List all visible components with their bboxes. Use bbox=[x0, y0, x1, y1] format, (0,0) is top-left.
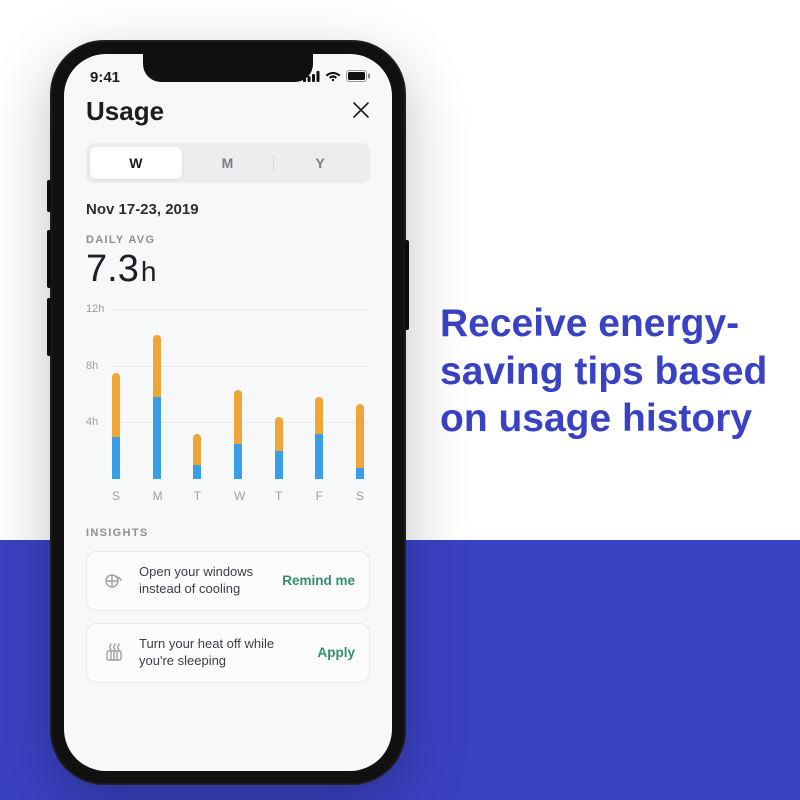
volume-up-button bbox=[47, 230, 51, 288]
promo-headline: Receive energy-saving tips based on usag… bbox=[440, 300, 780, 443]
status-icons bbox=[303, 69, 370, 86]
insight-card: Open your windows instead of cooling Rem… bbox=[86, 551, 370, 611]
insight-card: Turn your heat off while you're sleeping… bbox=[86, 623, 370, 683]
status-time: 9:41 bbox=[90, 69, 120, 86]
bar-segment-cooling bbox=[193, 465, 201, 479]
x-tick: F bbox=[315, 489, 323, 503]
bar-segment-heating bbox=[193, 434, 201, 465]
phone-screen: 9:41 Usage W bbox=[64, 54, 392, 771]
y-tick: 8h bbox=[86, 360, 98, 372]
chart-bars bbox=[112, 309, 364, 479]
bar-t-2 bbox=[193, 434, 201, 479]
phone-frame: 9:41 Usage W bbox=[50, 40, 406, 785]
window-icon bbox=[101, 568, 127, 594]
bar-segment-heating bbox=[112, 373, 120, 437]
timeframe-segmented-control: W M Y bbox=[86, 143, 370, 183]
daily-avg-number: 7.3 bbox=[86, 248, 139, 290]
heat-icon bbox=[101, 640, 127, 666]
x-tick: S bbox=[112, 489, 120, 503]
wifi-icon bbox=[325, 69, 341, 86]
daily-avg-label: DAILY AVG bbox=[86, 234, 370, 246]
y-tick: 4h bbox=[86, 416, 98, 428]
tab-year[interactable]: Y bbox=[274, 147, 366, 179]
bar-segment-cooling bbox=[234, 444, 242, 479]
tab-week[interactable]: W bbox=[90, 147, 182, 179]
side-button bbox=[47, 180, 51, 212]
bar-f-5 bbox=[315, 397, 323, 479]
battery-icon bbox=[346, 69, 370, 86]
x-tick: T bbox=[193, 489, 201, 503]
bar-segment-cooling bbox=[275, 451, 283, 479]
close-button[interactable] bbox=[352, 99, 370, 125]
bar-segment-cooling bbox=[112, 437, 120, 480]
x-tick: W bbox=[234, 489, 242, 503]
bar-s-0 bbox=[112, 373, 120, 479]
date-range: Nov 17-23, 2019 bbox=[86, 201, 370, 218]
bar-segment-heating bbox=[275, 417, 283, 451]
x-tick: T bbox=[275, 489, 283, 503]
bar-segment-cooling bbox=[356, 468, 364, 479]
tab-month[interactable]: M bbox=[182, 147, 274, 179]
page-title: Usage bbox=[86, 96, 164, 127]
y-tick: 12h bbox=[86, 303, 104, 315]
bar-segment-heating bbox=[356, 404, 364, 468]
bar-segment-cooling bbox=[315, 434, 323, 479]
bar-segment-heating bbox=[153, 335, 161, 397]
insight-text: Open your windows instead of cooling bbox=[139, 564, 270, 598]
daily-avg-value: 7.3h bbox=[86, 248, 370, 291]
insights-label: INSIGHTS bbox=[86, 527, 370, 539]
volume-down-button bbox=[47, 298, 51, 356]
close-icon bbox=[352, 101, 370, 119]
bar-segment-cooling bbox=[153, 397, 161, 479]
bar-s-6 bbox=[356, 404, 364, 479]
x-tick: S bbox=[356, 489, 364, 503]
daily-avg-unit: h bbox=[141, 256, 157, 287]
bar-w-3 bbox=[234, 390, 242, 479]
remind-me-button[interactable]: Remind me bbox=[282, 573, 355, 588]
bar-segment-heating bbox=[234, 390, 242, 444]
bar-m-1 bbox=[153, 335, 161, 479]
phone-notch bbox=[143, 54, 313, 82]
x-tick: M bbox=[153, 489, 161, 503]
insight-text: Turn your heat off while you're sleeping bbox=[139, 636, 305, 670]
apply-button[interactable]: Apply bbox=[317, 645, 355, 660]
bar-t-4 bbox=[275, 417, 283, 479]
usage-chart: 12h8h4h SMTWTFS bbox=[86, 309, 370, 503]
bar-segment-heating bbox=[315, 397, 323, 434]
power-button bbox=[405, 240, 409, 330]
